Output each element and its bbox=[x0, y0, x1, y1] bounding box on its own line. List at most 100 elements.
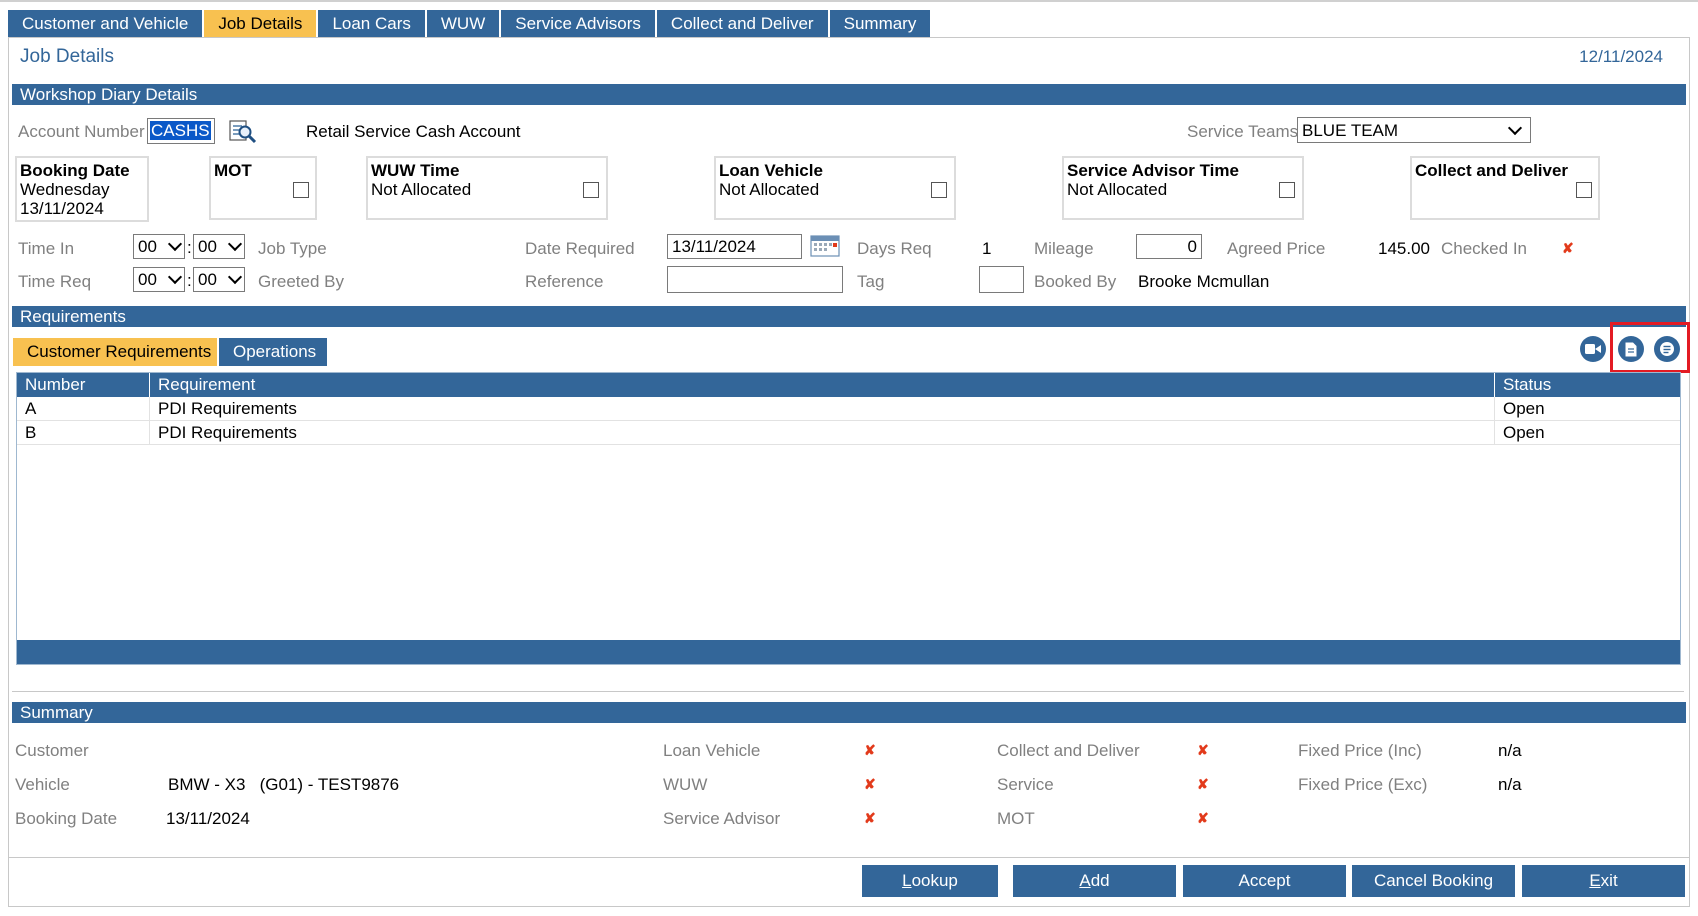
chevron-down-icon bbox=[227, 236, 243, 252]
table-row[interactable]: A PDI Requirements Open bbox=[17, 397, 1680, 421]
calendar-icon[interactable] bbox=[810, 234, 840, 258]
tab-customer-and-vehicle[interactable]: Customer and Vehicle bbox=[8, 10, 203, 37]
time-in-label: Time In bbox=[18, 239, 75, 258]
exit-hotkey: E bbox=[1589, 871, 1601, 890]
wuw-time-title: WUW Time bbox=[371, 161, 460, 180]
mot-box: MOT bbox=[209, 156, 317, 220]
video-icon[interactable] bbox=[1580, 336, 1606, 362]
exit-button[interactable]: Exit bbox=[1522, 865, 1685, 897]
loan-vehicle-title: Loan Vehicle bbox=[719, 161, 823, 180]
tag-label: Tag bbox=[857, 272, 885, 291]
summary-mot-label: MOT bbox=[997, 809, 1035, 828]
job-type-label: Job Type bbox=[258, 239, 327, 258]
service-advisor-time-checkbox[interactable] bbox=[1279, 182, 1295, 198]
notes-icon[interactable] bbox=[1654, 336, 1680, 362]
chevron-down-icon bbox=[167, 269, 183, 285]
row-requirement: PDI Requirements bbox=[150, 397, 1495, 421]
tab-service-advisors[interactable]: Service Advisors bbox=[501, 10, 655, 37]
table-row[interactable]: B PDI Requirements Open bbox=[17, 421, 1680, 445]
agreed-price-label: Agreed Price bbox=[1227, 239, 1326, 258]
tab-collect-and-deliver[interactable]: Collect and Deliver bbox=[656, 10, 828, 37]
summary-wuw-label: WUW bbox=[663, 775, 708, 794]
summary-booking-date-value: 13/11/2024 bbox=[166, 809, 250, 828]
time-req-label: Time Req bbox=[18, 272, 92, 291]
mileage-label: Mileage bbox=[1034, 239, 1094, 258]
wuw-cross-icon: ✘ bbox=[864, 776, 876, 792]
reference-input[interactable] bbox=[667, 266, 843, 293]
wuw-time-checkbox[interactable] bbox=[583, 182, 599, 198]
account-number-input[interactable]: CASHS bbox=[147, 118, 215, 144]
time-req-hour-select[interactable]: 00 bbox=[133, 267, 185, 292]
column-requirement[interactable]: Requirement bbox=[150, 373, 1495, 397]
time-req-minute-select[interactable]: 00 bbox=[193, 267, 245, 292]
column-status[interactable]: Status bbox=[1495, 373, 1681, 397]
requirements-table: Number Requirement Status A PDI Requirem… bbox=[16, 372, 1681, 665]
document-icon[interactable] bbox=[1618, 336, 1644, 362]
subtab-customer-requirements[interactable]: Customer Requirements bbox=[13, 338, 217, 366]
days-req-value: 1 bbox=[982, 239, 992, 258]
summary-loan-vehicle-label: Loan Vehicle bbox=[663, 741, 761, 760]
requirements-divider bbox=[12, 691, 1684, 692]
summary-vehicle-label: Vehicle bbox=[15, 775, 70, 794]
lookup-label-rest: ookup bbox=[911, 871, 958, 890]
summary-header: Summary bbox=[12, 702, 1686, 723]
mileage-input[interactable]: 0 bbox=[1136, 234, 1202, 259]
lookup-hotkey: L bbox=[902, 871, 912, 890]
summary-booking-date-label: Booking Date bbox=[15, 809, 118, 828]
summary-collect-deliver-label: Collect and Deliver bbox=[997, 741, 1140, 760]
service-advisor-time-title: Service Advisor Time bbox=[1067, 161, 1239, 180]
loan-vehicle-status: Not Allocated bbox=[719, 180, 820, 199]
chevron-down-icon bbox=[1507, 120, 1523, 135]
add-label-rest: dd bbox=[1090, 871, 1110, 890]
tab-wuw[interactable]: WUW bbox=[426, 10, 500, 37]
time-in-hour-select[interactable]: 00 bbox=[133, 234, 185, 259]
requirements-header: Requirements bbox=[12, 306, 1686, 327]
accept-button[interactable]: Accept bbox=[1183, 865, 1346, 897]
checked-in-cross-icon: ✘ bbox=[1562, 240, 1574, 256]
fixed-price-inc-label: Fixed Price (Inc) bbox=[1298, 741, 1422, 760]
date-required-input[interactable]: 13/11/2024 bbox=[667, 234, 802, 259]
time-in-minute-value: 00 bbox=[198, 237, 217, 256]
collect-deliver-cross-icon: ✘ bbox=[1197, 742, 1209, 758]
time-req-minute-value: 00 bbox=[198, 270, 217, 289]
summary-service-label: Service bbox=[997, 775, 1054, 794]
footer-divider bbox=[8, 857, 1690, 858]
mot-title: MOT bbox=[214, 161, 252, 180]
loan-vehicle-checkbox[interactable] bbox=[931, 182, 947, 198]
subtab-operations[interactable]: Operations bbox=[219, 338, 327, 366]
add-hotkey: A bbox=[1079, 871, 1091, 890]
booked-by-label: Booked By bbox=[1034, 272, 1117, 291]
tab-job-details[interactable]: Job Details bbox=[204, 10, 317, 37]
row-status: Open bbox=[1503, 399, 1545, 418]
top-divider bbox=[0, 0, 1698, 2]
fixed-price-inc-value: n/a bbox=[1498, 741, 1522, 760]
account-lookup-icon[interactable] bbox=[228, 118, 258, 144]
cancel-booking-button[interactable]: Cancel Booking bbox=[1352, 865, 1515, 897]
accept-label: Accept bbox=[1238, 871, 1291, 890]
cancel-booking-label: Cancel Booking bbox=[1373, 871, 1494, 890]
mot-checkbox[interactable] bbox=[293, 182, 309, 198]
loan-vehicle-box: Loan Vehicle Not Allocated bbox=[714, 156, 956, 220]
row-number: B bbox=[17, 421, 150, 445]
tab-summary[interactable]: Summary bbox=[829, 10, 931, 37]
tab-loan-cars[interactable]: Loan Cars bbox=[318, 10, 425, 37]
tag-input[interactable] bbox=[979, 266, 1024, 293]
loan-vehicle-cross-icon: ✘ bbox=[864, 742, 876, 758]
collect-deliver-checkbox[interactable] bbox=[1576, 182, 1592, 198]
account-number-label: Account Number bbox=[18, 122, 145, 141]
table-footer bbox=[17, 640, 1680, 664]
time-in-hour-value: 00 bbox=[138, 237, 157, 256]
booking-date-box: Booking Date Wednesday 13/11/2024 bbox=[15, 156, 149, 222]
time-in-minute-select[interactable]: 00 bbox=[193, 234, 245, 259]
lookup-button[interactable]: Lookup bbox=[862, 865, 998, 897]
column-number[interactable]: Number bbox=[17, 373, 150, 397]
time-in-colon: : bbox=[187, 238, 192, 257]
row-status: Open bbox=[1503, 423, 1545, 442]
page-date: 12/11/2024 bbox=[1579, 47, 1663, 66]
service-teams-select[interactable]: BLUE TEAM bbox=[1297, 117, 1531, 143]
add-button[interactable]: Add bbox=[1013, 865, 1176, 897]
exit-label-rest: xit bbox=[1600, 871, 1618, 890]
service-teams-label: Service Teams bbox=[1187, 122, 1299, 141]
service-advisor-time-status: Not Allocated bbox=[1067, 180, 1168, 199]
time-req-hour-value: 00 bbox=[138, 270, 157, 289]
